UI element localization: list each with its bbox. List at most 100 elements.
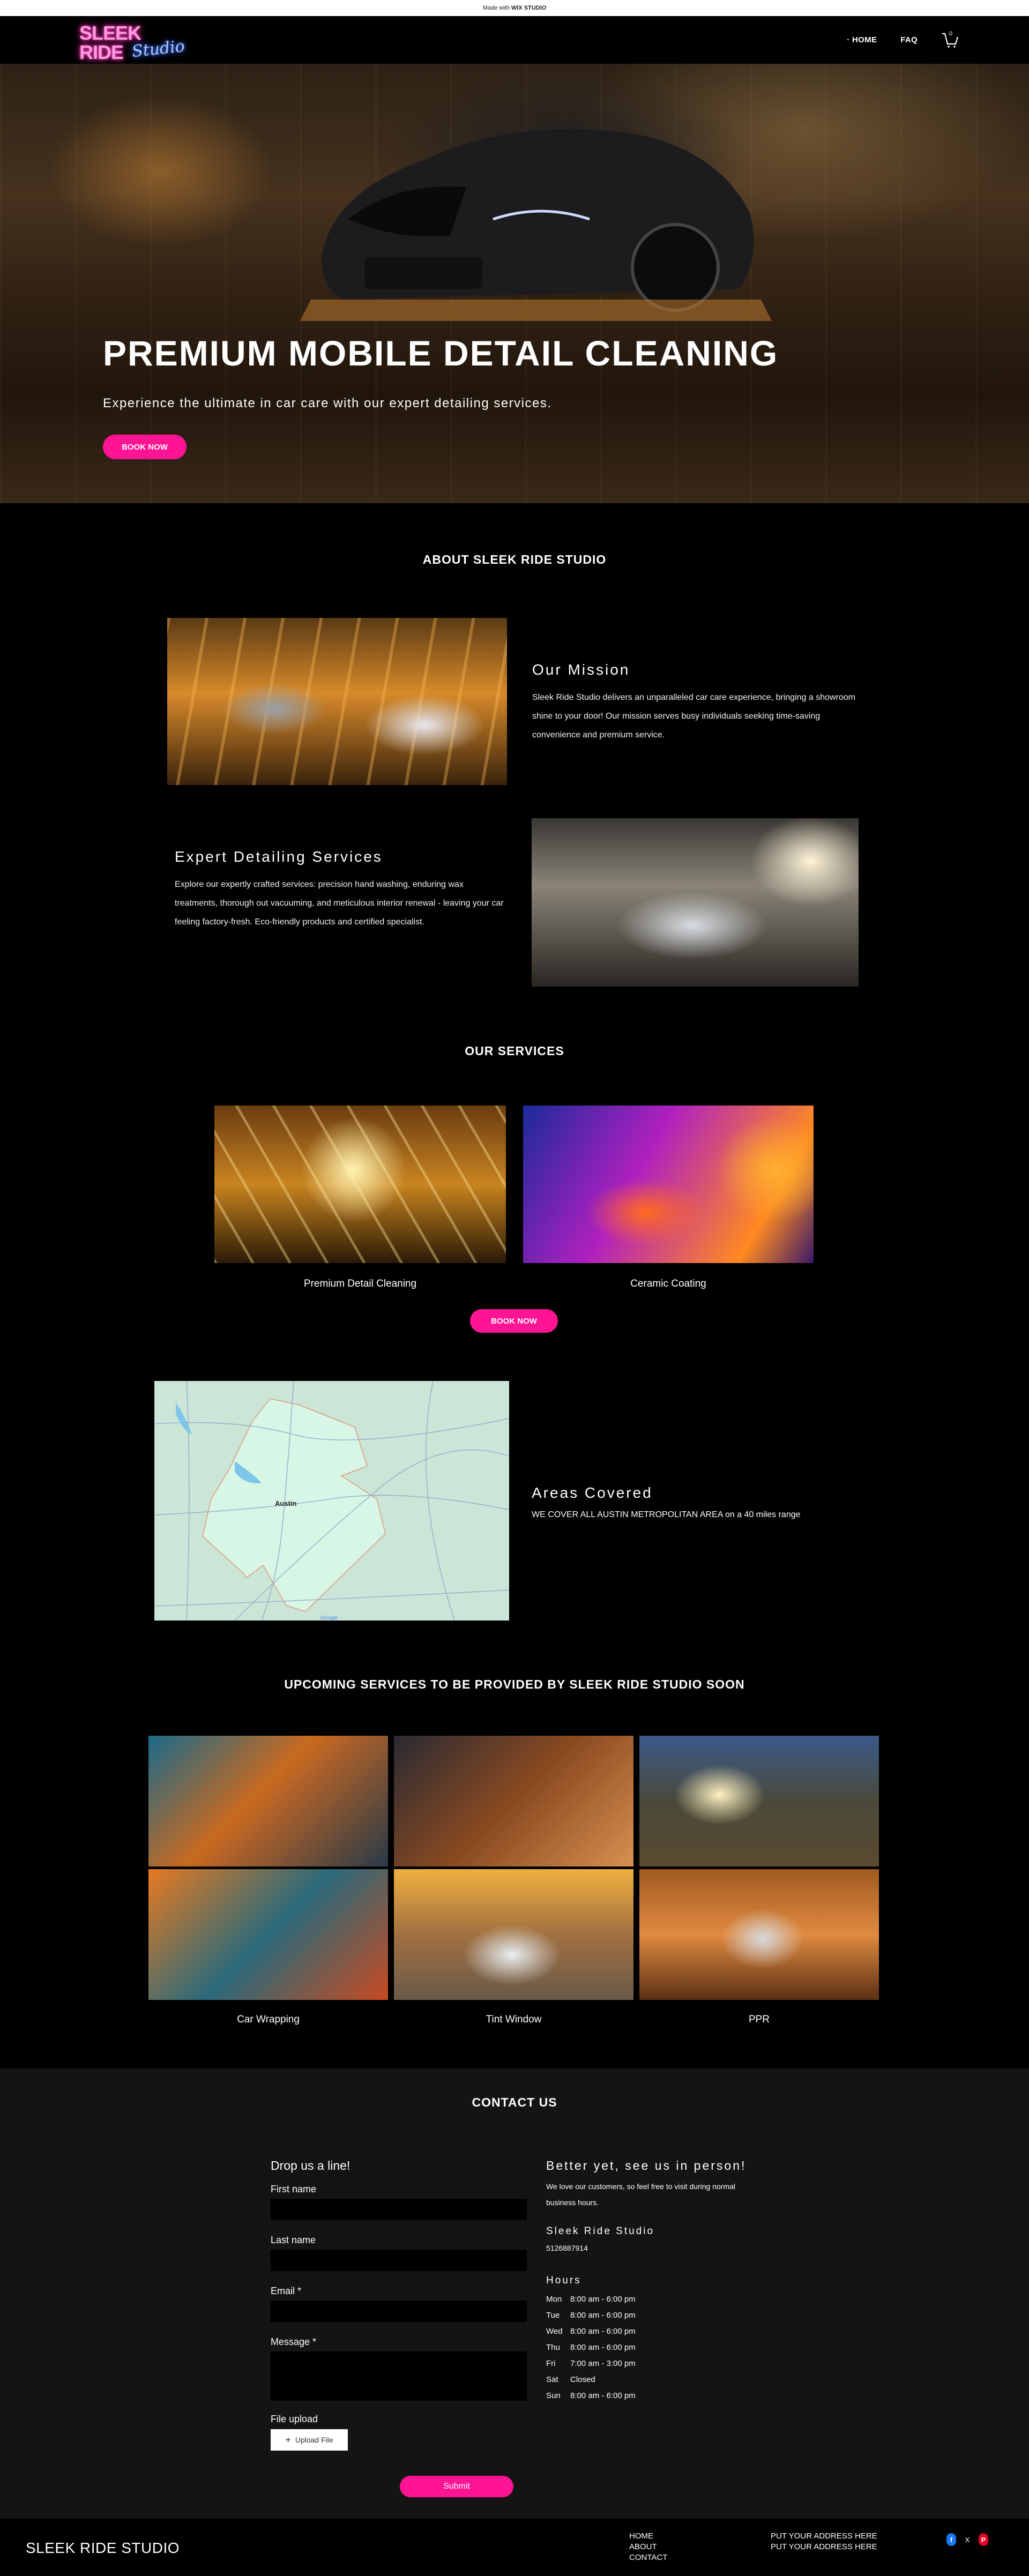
file-upload-label: File upload [271,2414,318,2424]
areas-block: Areas Covered WE COVER ALL AUSTIN METROP… [532,1484,875,1520]
upcoming-image-2 [394,1736,633,1866]
hours-row: Wed 8:00 am - 6:00 pm [546,2323,782,2339]
contact-section: CONTACT US Drop us a line! First name La… [0,2069,1029,2519]
site-logo[interactable]: SLEEK RIDE Studio [79,24,187,62]
banner-brand: WIX STUDIO [511,5,547,11]
hours-heading: Hours [546,2275,581,2286]
facebook-icon[interactable]: f [946,2533,956,2546]
service-image-premium-detail[interactable] [214,1106,506,1263]
hero-car-image [300,129,772,321]
nav-home[interactable]: · HOME [847,35,877,44]
nav-faq[interactable]: FAQ [900,35,918,44]
hours-day: Fri [546,2358,556,2368]
hours-list: Mon 8:00 am - 6:00 pm Tue 8:00 am - 6:00 p… [546,2291,782,2403]
address-line: PUT YOUR ADDRESS HERE [771,2532,877,2541]
footer-link-about[interactable]: ABOUT [629,2542,667,2552]
services-title: OUR SERVICES [465,1044,564,1058]
detailing-image [532,818,859,987]
about-title: ABOUT SLEEK RIDE STUDIO [422,552,607,566]
pinterest-icon[interactable]: P [979,2533,988,2546]
hours-row: Mon 8:00 am - 6:00 pm [546,2291,782,2307]
upcoming-image-3 [639,1736,879,1866]
site-header: SLEEK RIDE Studio · HOME FAQ 0 [0,16,1029,64]
business-name: Sleek Ride Studio [546,2226,655,2237]
hours-day: Sat [546,2375,558,2384]
footer-link-contact[interactable]: CONTACT [629,2552,667,2563]
mission-heading: Our Mission [532,661,630,678]
email-field[interactable] [271,2301,527,2322]
upcoming-image-5 [394,1869,633,2000]
hours-time: 8:00 am - 6:00 pm [570,2391,636,2400]
hours-time: 8:00 am - 6:00 pm [570,2342,636,2352]
contact-form: Drop us a line! First name Last name Ema… [271,2159,528,2451]
hours-time: Closed [570,2375,595,2384]
about-section: ABOUT SLEEK RIDE STUDIO [0,503,1029,1012]
social-links: f X P [946,2533,988,2546]
coverage-map[interactable]: Austin Google [154,1381,509,1621]
hours-time: 8:00 am - 6:00 pm [570,2294,636,2304]
mission-block: Our Mission Sleek Ride Studio delivers a… [532,661,859,744]
x-icon[interactable]: X [963,2533,972,2546]
areas-text: WE COVER ALL AUSTIN METROPOLITAN AREA on… [532,1510,801,1519]
upload-file-button[interactable]: + Upload File [271,2429,348,2451]
upcoming-caption-tint-window: Tint Window [486,2014,542,2025]
map-attribution: Google [320,1615,338,1621]
upcoming-image-4 [148,1869,388,2000]
plus-icon: + [285,2434,291,2445]
service-label-ceramic-coating: Ceramic Coating [630,1278,706,1289]
hours-row: Sat Closed [546,2371,782,2387]
service-label-premium-detail: Premium Detail Cleaning [303,1278,417,1289]
hero-book-now-button[interactable]: BOOK NOW [103,435,187,459]
map-graphic: Austin Google [154,1381,509,1621]
cart-count: 0 [949,30,953,37]
first-name-field[interactable] [271,2199,527,2220]
detailing-heading: Expert Detailing Services [175,848,383,865]
upcoming-image-6 [639,1869,879,2000]
upload-file-label: Upload File [295,2436,333,2444]
footer-links: HOME ABOUT CONTACT [629,2531,667,2563]
map-city-label: Austin [275,1499,297,1507]
address-line: PUT YOUR ADDRESS HERE [771,2542,877,2551]
areas-heading: Areas Covered [532,1484,653,1501]
detailing-text: Explore our expertly crafted services: p… [175,880,504,927]
info-heading: Better yet, see us in person! [546,2159,747,2172]
hours-row: Thu 8:00 am - 6:00 pm [546,2339,782,2355]
upcoming-image-1 [148,1736,388,1866]
hours-day: Mon [546,2294,562,2304]
upcoming-caption-car-wrapping: Car Wrapping [237,2014,300,2025]
contact-info: Better yet, see us in person! We love ou… [546,2159,782,2403]
hero-section: PREMIUM MOBILE DETAIL CLEANING Experienc… [0,64,1029,503]
hours-time: 8:00 am - 6:00 pm [570,2310,636,2320]
business-phone: 5126887914 [546,2244,588,2252]
hours-day: Tue [546,2310,560,2320]
contact-title: CONTACT US [472,2095,557,2109]
first-name-label: First name [271,2184,317,2194]
upcoming-caption-ppr: PPR [748,2014,770,2025]
service-image-ceramic-coating[interactable] [523,1106,814,1263]
mission-text: Sleek Ride Studio delivers an unparallel… [532,693,856,740]
footer-address: PUT YOUR ADDRESS HERE PUT YOUR ADDRESS H… [771,2531,877,2552]
hours-row: Sun 8:00 am - 6:00 pm [546,2387,782,2403]
hours-day: Wed [546,2326,563,2336]
services-book-now-button[interactable]: BOOK NOW [470,1309,558,1333]
hours-row: Tue 8:00 am - 6:00 pm [546,2307,782,2323]
hero-subtitle: Experience the ultimate in car care with… [103,396,552,410]
footer-brand: SLEEK RIDE STUDIO [26,2540,180,2556]
submit-button[interactable]: Submit [400,2476,513,2497]
message-field[interactable] [271,2351,527,2401]
info-text: We love our customers, so feel free to v… [546,2182,736,2207]
wix-banner[interactable]: Made with WIX STUDIO [0,0,1029,16]
hours-row: Fri 7:00 am - 3:00 pm [546,2355,782,2371]
hours-day: Sun [546,2391,561,2400]
hours-time: 7:00 am - 3:00 pm [570,2358,636,2368]
last-name-field[interactable] [271,2250,527,2271]
hours-time: 8:00 am - 6:00 pm [570,2326,636,2336]
footer-link-home[interactable]: HOME [629,2531,667,2542]
cart-button[interactable]: 0 [941,30,959,48]
email-label: Email * [271,2286,302,2296]
hours-day: Thu [546,2342,560,2352]
form-heading: Drop us a line! [271,2159,351,2172]
main-nav: · HOME FAQ 0 [847,16,959,64]
last-name-label: Last name [271,2235,316,2245]
hero-title: PREMIUM MOBILE DETAIL CLEANING [103,333,779,373]
